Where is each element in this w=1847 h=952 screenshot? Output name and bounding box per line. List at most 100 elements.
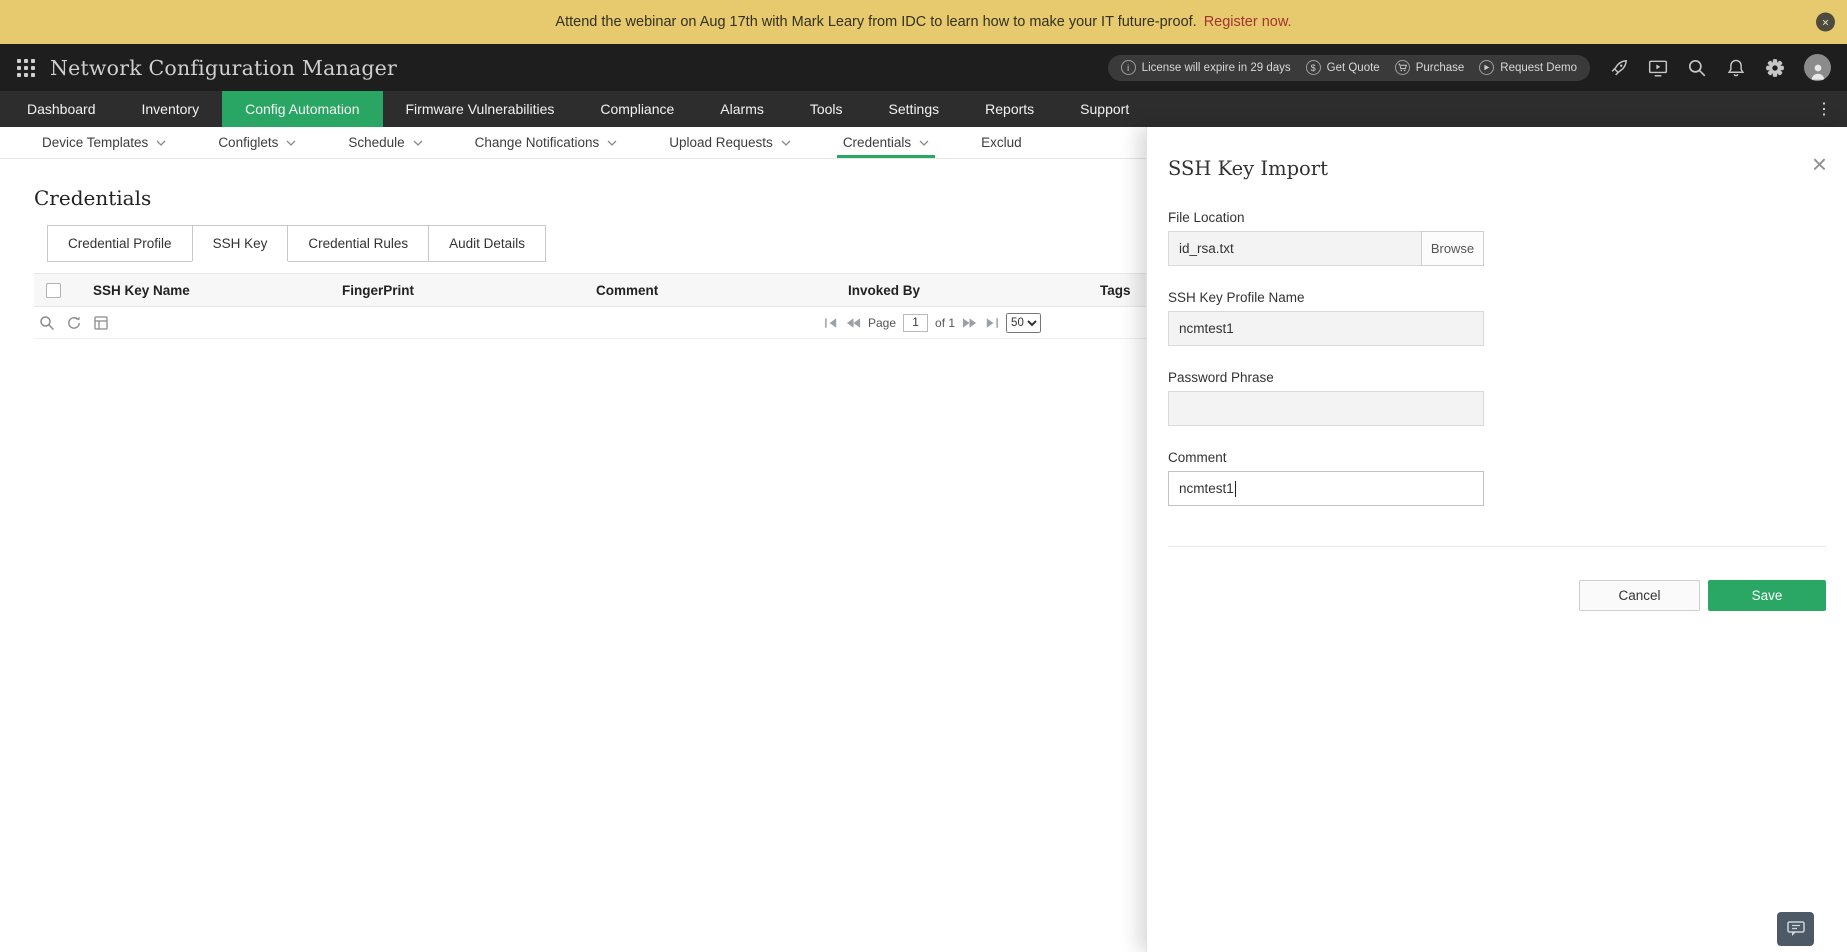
app-header: Network Configuration Manager i License … (0, 44, 1847, 91)
text-caret (1234, 480, 1236, 497)
comment-field: Comment ncmtest1 (1168, 450, 1826, 506)
prev-page-icon[interactable] (846, 317, 861, 329)
first-page-icon[interactable] (824, 317, 839, 329)
nav-item-tools[interactable]: Tools (787, 91, 866, 127)
nav-item-dashboard[interactable]: Dashboard (4, 91, 119, 127)
comment-label: Comment (1168, 450, 1227, 465)
nav-item-config-automation[interactable]: Config Automation (222, 91, 383, 127)
subnav-item-schedule[interactable]: Schedule (322, 127, 448, 158)
purchase-link[interactable]: Purchase (1394, 60, 1465, 75)
request-demo-link[interactable]: Request Demo (1479, 60, 1577, 75)
chat-console-icon (1786, 921, 1805, 936)
nav-label: Firmware Vulnerabilities (405, 101, 555, 117)
page-label: Page (868, 315, 897, 330)
tab-label: Credential Rules (308, 236, 409, 251)
subnav-label: Schedule (348, 135, 405, 150)
dollar-icon: $ (1305, 60, 1321, 75)
main-nav: Dashboard Inventory Config Automation Fi… (0, 91, 1847, 127)
nav-label: Alarms (720, 101, 764, 117)
nav-item-reports[interactable]: Reports (962, 91, 1057, 127)
subnav-item-device-templates[interactable]: Device Templates (16, 127, 192, 158)
panel-title: SSH Key Import (1168, 157, 1328, 180)
chevron-down-icon (286, 140, 296, 146)
page-of-label: of 1 (935, 315, 956, 330)
panel-close-button[interactable]: × (1812, 151, 1827, 177)
page-size-select[interactable]: 50 (1006, 312, 1042, 333)
overflow-icon: ⋮ (1816, 101, 1832, 118)
last-page-icon[interactable] (984, 317, 999, 329)
purchase-label: Purchase (1415, 61, 1465, 74)
cancel-button[interactable]: Cancel (1579, 580, 1700, 611)
chevron-down-icon (781, 140, 791, 146)
request-demo-label: Request Demo (1500, 61, 1577, 74)
search-icon[interactable] (39, 315, 55, 331)
comment-input[interactable]: ncmtest1 (1168, 471, 1484, 506)
info-icon: i (1120, 60, 1136, 75)
nav-label: Compliance (600, 101, 675, 117)
nav-label: Dashboard (27, 101, 96, 117)
chevron-down-icon (413, 140, 423, 146)
subnav-item-change-notifications[interactable]: Change Notifications (449, 127, 644, 158)
license-badge: i License will expire in 29 days (1120, 60, 1291, 75)
nav-item-compliance[interactable]: Compliance (577, 91, 697, 127)
rocket-icon[interactable] (1609, 58, 1629, 78)
subnav-label: Credentials (842, 135, 912, 150)
subnav-item-credentials[interactable]: Credentials (817, 127, 955, 158)
profile-name-input[interactable] (1168, 311, 1484, 346)
nav-item-alarms[interactable]: Alarms (697, 91, 787, 127)
tab-audit-details[interactable]: Audit Details (428, 225, 546, 262)
subnav-label: Device Templates (42, 135, 149, 150)
ssh-key-import-panel: SSH Key Import × File Location Browse SS… (1146, 127, 1847, 952)
browse-button[interactable]: Browse (1421, 231, 1484, 266)
nav-label: Reports (985, 101, 1035, 117)
avatar[interactable] (1804, 54, 1831, 81)
play-icon (1479, 60, 1495, 75)
tab-credential-profile[interactable]: Credential Profile (47, 225, 193, 262)
tab-ssh-key[interactable]: SSH Key (191, 225, 289, 262)
chat-widget-button[interactable] (1777, 912, 1814, 946)
file-location-input[interactable] (1168, 231, 1421, 266)
password-phrase-field: Password Phrase (1168, 370, 1826, 426)
tab-credential-rules[interactable]: Credential Rules (287, 225, 430, 262)
page-number-input[interactable] (903, 313, 929, 332)
next-page-icon[interactable] (962, 317, 977, 329)
subnav-item-upload-requests[interactable]: Upload Requests (643, 127, 817, 158)
subnav-item-configlets[interactable]: Configlets (192, 127, 322, 158)
subnav-item-excluded[interactable]: Exclud (955, 127, 1048, 158)
table-settings-icon[interactable] (93, 315, 109, 331)
register-now-link[interactable]: Register now. (1204, 14, 1292, 30)
nav-item-firmware-vulnerabilities[interactable]: Firmware Vulnerabilities (383, 91, 578, 127)
nav-item-support[interactable]: Support (1057, 91, 1152, 127)
tab-label: Audit Details (449, 236, 525, 251)
panel-actions: Cancel Save (1168, 580, 1826, 611)
nav-overflow-button[interactable]: ⋮ (1801, 91, 1847, 127)
pagination: Page of 1 50 (824, 312, 1042, 333)
nav-label: Support (1080, 101, 1130, 117)
nav-item-inventory[interactable]: Inventory (119, 91, 223, 127)
tab-label: Credential Profile (68, 236, 172, 251)
nav-label: Config Automation (245, 101, 360, 117)
demo-screen-icon[interactable] (1648, 58, 1668, 78)
comment-value: ncmtest1 (1179, 481, 1234, 496)
nav-label: Settings (888, 101, 940, 117)
save-button[interactable]: Save (1708, 580, 1826, 611)
search-icon[interactable] (1687, 58, 1707, 78)
close-icon: × (1811, 149, 1827, 179)
app-grid-icon[interactable] (16, 58, 36, 78)
file-location-label: File Location (1168, 210, 1245, 225)
subnav-label: Change Notifications (474, 135, 600, 150)
banner-text: Attend the webinar on Aug 17th with Mark… (555, 14, 1197, 30)
password-phrase-input[interactable] (1168, 391, 1484, 426)
select-all-checkbox[interactable] (46, 282, 61, 298)
subnav-label: Upload Requests (669, 135, 773, 150)
get-quote-link[interactable]: $ Get Quote (1305, 60, 1380, 75)
refresh-icon[interactable] (66, 315, 82, 331)
nav-item-settings[interactable]: Settings (866, 91, 963, 127)
bell-icon[interactable] (1726, 58, 1746, 78)
gear-icon[interactable] (1765, 58, 1785, 78)
column-ssh-key-name: SSH Key Name (93, 282, 190, 298)
banner-close-button[interactable]: × (1816, 12, 1835, 32)
subnav-label: Configlets (218, 135, 279, 150)
nav-label: Inventory (141, 101, 200, 117)
subnav-label: Exclud (981, 135, 1022, 150)
